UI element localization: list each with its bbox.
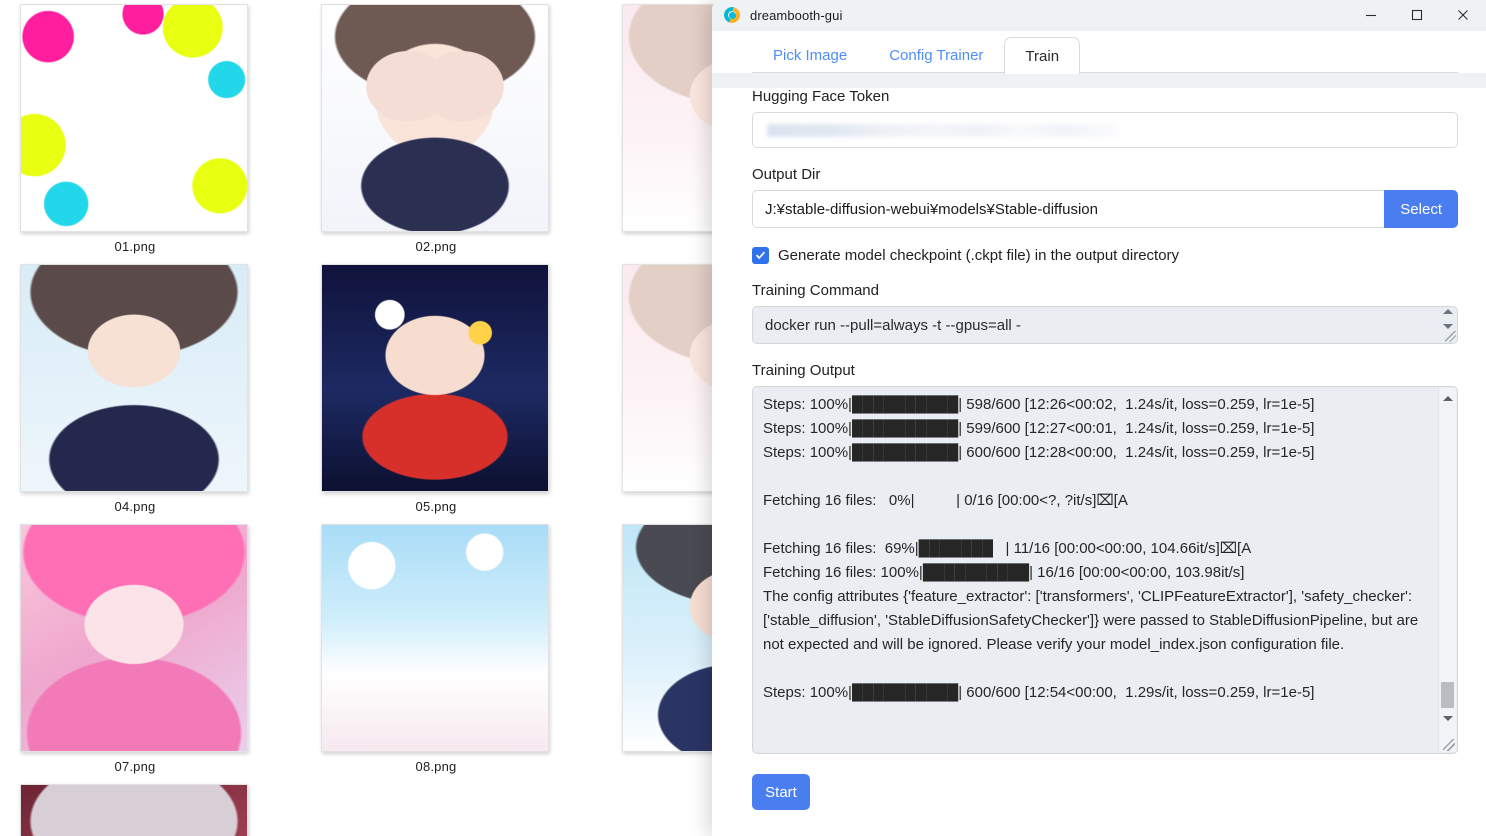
thumbnail-art: [21, 5, 247, 231]
gallery-row: 07.png 08.png 09.png: [0, 524, 720, 784]
thumbnail-art: [322, 5, 548, 231]
select-button[interactable]: Select: [1384, 190, 1458, 228]
tab-pick-image[interactable]: Pick Image: [752, 37, 868, 73]
thumbnail[interactable]: [20, 784, 248, 836]
minimize-icon[interactable]: [1348, 0, 1394, 30]
thumbnail-label: 04.png: [114, 499, 156, 514]
tab-config-trainer[interactable]: Config Trainer: [868, 37, 1004, 73]
gallery-item[interactable]: 09.png: [622, 524, 720, 774]
title-bar[interactable]: dreambooth-gui: [712, 0, 1486, 30]
hugging-face-token-label: Hugging Face Token: [752, 88, 890, 105]
app-swirl-icon: [724, 7, 740, 23]
output-scrollbar[interactable]: [1438, 388, 1456, 752]
scroll-down-icon[interactable]: [1439, 710, 1456, 726]
thumbnail-art: [623, 525, 720, 751]
gallery-item[interactable]: 10.png: [20, 784, 250, 836]
thumbnail-label: 02.png: [415, 239, 457, 254]
gallery-item[interactable]: 01.png: [20, 4, 250, 254]
gallery-item[interactable]: 08.png: [321, 524, 551, 774]
thumbnail[interactable]: [622, 264, 720, 492]
thumbnail-art: [623, 265, 720, 491]
scroll-up-icon[interactable]: [1439, 390, 1456, 406]
thumbnail-label: 01.png: [114, 239, 156, 254]
gallery-row: 04.png 05.png 06.png: [0, 264, 720, 524]
spinner-up-icon[interactable]: [1442, 309, 1453, 314]
gallery-item[interactable]: 04.png: [20, 264, 250, 514]
output-dir-row: J:¥stable-diffusion-webui¥models¥Stable-…: [752, 190, 1458, 228]
thumbnail[interactable]: [622, 4, 720, 232]
gallery-item[interactable]: 03.png: [622, 4, 720, 254]
gallery-item[interactable]: 05.png: [321, 264, 551, 514]
close-icon[interactable]: [1440, 0, 1486, 30]
window-controls: [1348, 0, 1486, 30]
training-command-input[interactable]: docker run --pull=always -t --gpus=all -: [752, 306, 1458, 344]
redacted-token-text: [767, 123, 1119, 137]
dreambooth-gui-window: dreambooth-gui Pick Image Config Trainer…: [712, 0, 1486, 836]
thumbnail-label: 08.png: [415, 759, 457, 774]
thumbnail-art: [322, 525, 548, 751]
generate-ckpt-checkbox-row[interactable]: Generate model checkpoint (.ckpt file) i…: [752, 247, 1458, 264]
tab-bar: Pick Image Config Trainer Train: [712, 31, 1486, 74]
training-output-text: Steps: 100%|██████████| 598/600 [12:26<0…: [763, 396, 1419, 701]
training-command-text: docker run --pull=always -t --gpus=all -: [765, 316, 1021, 334]
train-panel: Hugging Face Token Output Dir J:¥stable-…: [712, 88, 1486, 836]
start-button[interactable]: Start: [752, 774, 810, 810]
training-command-label: Training Command: [752, 282, 879, 299]
spinner-down-icon[interactable]: [1442, 324, 1453, 329]
thumbnail-label: 03.png: [622, 239, 720, 254]
thumbnail-art: [21, 525, 247, 751]
thumbnail-label: 05.png: [415, 499, 457, 514]
window-title: dreambooth-gui: [750, 7, 843, 23]
command-spinner[interactable]: [1441, 309, 1454, 329]
image-gallery-background: 01.png 02.png 03.png 04.png 05.png: [0, 0, 720, 836]
gallery-item[interactable]: 07.png: [20, 524, 250, 774]
thumbnail-art: [21, 785, 247, 836]
hugging-face-token-input[interactable]: [752, 112, 1458, 148]
thumbnail-label: 06.png: [622, 499, 720, 514]
gallery-item[interactable]: 06.png: [622, 264, 720, 514]
thumbnail-art: [322, 265, 548, 491]
thumbnail[interactable]: [321, 264, 549, 492]
tab-train[interactable]: Train: [1004, 37, 1081, 74]
gallery-row: 10.png: [0, 784, 720, 836]
thumbnail[interactable]: [321, 524, 549, 752]
output-resize-grip-icon[interactable]: [1443, 739, 1455, 751]
thumbnail-art: [21, 265, 247, 491]
thumbnail-label: 09.png: [622, 759, 720, 774]
screen: 01.png 02.png 03.png 04.png 05.png: [0, 0, 1486, 836]
thumbnail[interactable]: [20, 264, 248, 492]
training-output-label: Training Output: [752, 362, 855, 379]
training-output-console[interactable]: Steps: 100%|██████████| 598/600 [12:26<0…: [752, 386, 1458, 754]
thumbnail[interactable]: [20, 4, 248, 232]
thumbnail[interactable]: [321, 4, 549, 232]
scrollbar-thumb[interactable]: [1441, 682, 1454, 708]
generate-ckpt-label: Generate model checkpoint (.ckpt file) i…: [778, 247, 1180, 264]
output-dir-input[interactable]: J:¥stable-diffusion-webui¥models¥Stable-…: [752, 190, 1385, 228]
gallery-row: 01.png 02.png 03.png: [0, 4, 720, 264]
gallery-item[interactable]: 02.png: [321, 4, 551, 254]
generate-ckpt-checkbox[interactable]: [752, 247, 769, 264]
thumbnail[interactable]: [622, 524, 720, 752]
resize-grip-icon[interactable]: [1445, 331, 1456, 342]
output-dir-label: Output Dir: [752, 166, 821, 183]
thumbnail-label: 07.png: [114, 759, 156, 774]
thumbnail-art: [623, 5, 720, 231]
thumbnail[interactable]: [20, 524, 248, 752]
maximize-icon[interactable]: [1394, 0, 1440, 30]
